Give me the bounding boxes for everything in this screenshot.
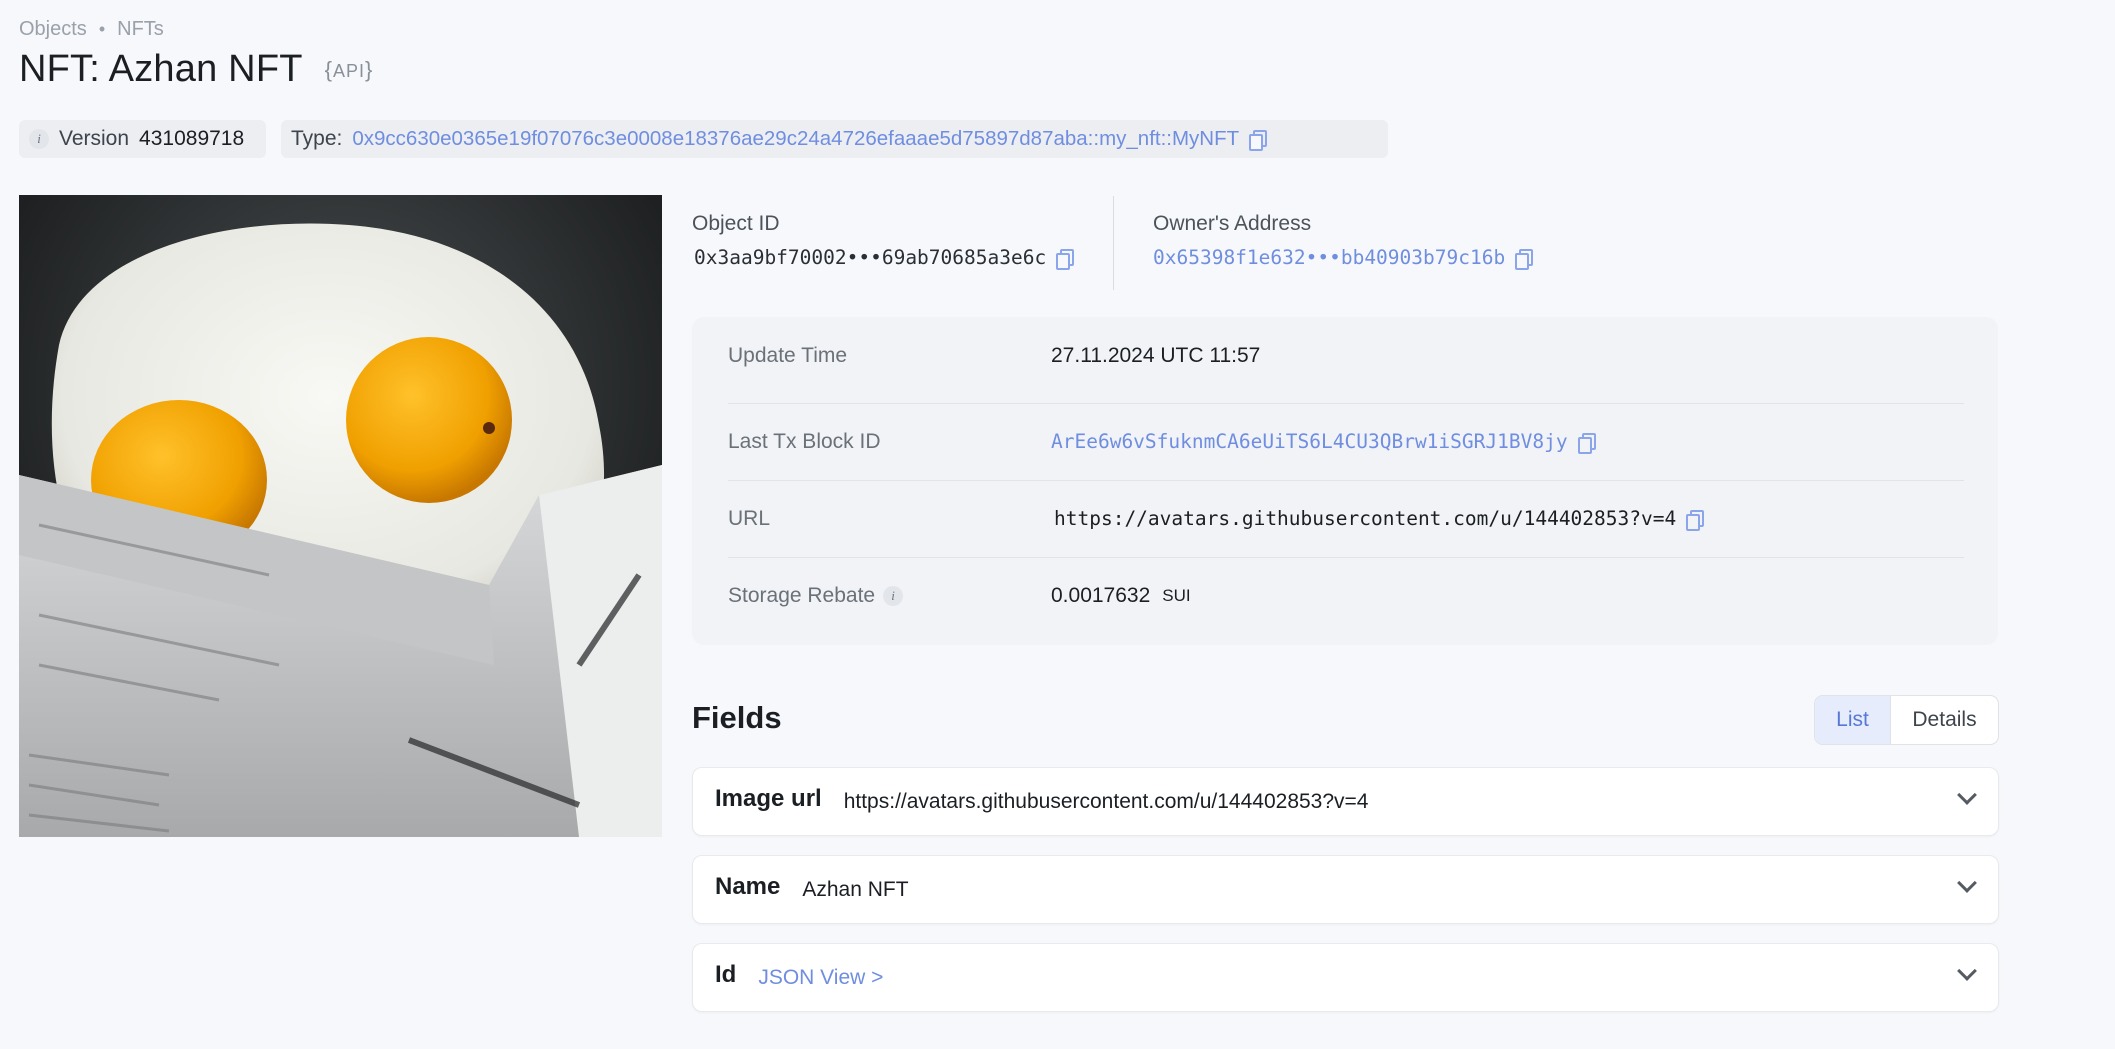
type-value-link[interactable]: 0x9cc630e0365e19f07076c3e0008e18376ae29c… [352, 127, 1239, 151]
url-value: https://avatars.githubusercontent.com/u/… [1054, 507, 1677, 530]
view-toggle: List Details [1814, 695, 1999, 745]
copy-icon[interactable] [1056, 248, 1075, 270]
detail-row-storage-rebate: Storage Rebate i 0.0017632 SUI [728, 557, 1964, 634]
nft-image [19, 195, 662, 837]
storage-rebate-unit: SUI [1162, 585, 1191, 605]
breadcrumb-nfts[interactable]: NFTs [117, 18, 164, 41]
owner-address: 0x65398f1e632•••bb40903b79c16b [1153, 246, 1534, 270]
field-value: https://avatars.githubusercontent.com/u/… [843, 789, 1369, 813]
type-label: Type: [291, 127, 343, 150]
owner-address-label: Owner's Address [1153, 212, 1312, 235]
storage-rebate-value: 0.0017632 [1051, 583, 1151, 607]
details-view-button[interactable]: Details [1891, 696, 1998, 744]
version-chip: i Version 431089718 [19, 120, 266, 158]
nft-image-illustration [19, 195, 662, 837]
breadcrumb: Objects • NFTs [19, 18, 164, 41]
copy-icon[interactable] [1686, 509, 1705, 531]
storage-rebate-amount: 0.0017632 SUI [1051, 584, 1191, 608]
chevron-down-icon[interactable] [1957, 873, 1977, 893]
field-key: Id [715, 960, 737, 988]
copy-icon[interactable] [1577, 432, 1596, 454]
detail-row-url: URL https://avatars.githubusercontent.co… [728, 480, 1964, 557]
object-id: 0x3aa9bf70002•••69ab70685a3e6c [694, 246, 1075, 270]
update-time-value: 27.11.2024 UTC 11:57 [1051, 343, 1261, 367]
object-id-label: Object ID [692, 212, 780, 235]
info-icon: i [29, 129, 49, 149]
api-badge-label: API [333, 60, 366, 81]
copy-icon[interactable] [1515, 248, 1534, 270]
chevron-down-icon[interactable] [1957, 785, 1977, 805]
field-key: Image url [715, 784, 822, 812]
field-key: Name [715, 872, 781, 900]
object-id-value: 0x3aa9bf70002•••69ab70685a3e6c [694, 246, 1047, 269]
info-icon[interactable]: i [883, 585, 904, 606]
page-title: NFT: Azhan NFT [19, 48, 303, 90]
field-value: Azhan NFT [802, 877, 909, 901]
chevron-down-icon[interactable] [1957, 961, 1977, 981]
last-tx-link[interactable]: ArEe6w6vSfuknmCA6eUiTS6L4CU3QBrw1iSGRJ1B… [1051, 430, 1568, 453]
fields-title: Fields [692, 700, 782, 735]
version-label: Version [59, 127, 130, 150]
page-header: NFT: Azhan NFT {API} [19, 48, 373, 91]
field-image-url[interactable]: Image url https://avatars.githubusercont… [692, 767, 1999, 836]
json-view-link[interactable]: JSON View > [758, 966, 883, 990]
details-panel: Update Time 27.11.2024 UTC 11:57 Last Tx… [692, 317, 1998, 645]
storage-rebate-label: Storage Rebate [728, 583, 876, 607]
owner-address-link[interactable]: 0x65398f1e632•••bb40903b79c16b [1153, 246, 1505, 269]
breadcrumb-separator: • [98, 19, 106, 39]
field-name[interactable]: Name Azhan NFT [692, 855, 1999, 924]
url: https://avatars.githubusercontent.com/u/… [1054, 507, 1705, 531]
type-chip: Type: 0x9cc630e0365e19f07076c3e0008e1837… [281, 120, 1388, 158]
detail-row-update-time: Update Time 27.11.2024 UTC 11:57 [728, 317, 1964, 394]
api-badge[interactable]: {API} [325, 57, 374, 83]
url-label: URL [728, 506, 771, 530]
storage-rebate: Storage Rebate i [728, 584, 1051, 608]
detail-row-last-tx: Last Tx Block ID ArEe6w6vSfuknmCA6eUiTS6… [728, 403, 1964, 480]
breadcrumb-objects[interactable]: Objects [19, 18, 87, 41]
last-tx-label: Last Tx Block ID [728, 429, 881, 453]
version-value: 431089718 [139, 127, 245, 150]
divider [1113, 196, 1114, 290]
last-tx: ArEe6w6vSfuknmCA6eUiTS6L4CU3QBrw1iSGRJ1B… [1051, 430, 1596, 454]
field-id[interactable]: Id JSON View > [692, 943, 1999, 1012]
copy-icon[interactable] [1249, 130, 1268, 151]
list-view-button[interactable]: List [1815, 696, 1891, 744]
update-time-label: Update Time [728, 343, 848, 367]
